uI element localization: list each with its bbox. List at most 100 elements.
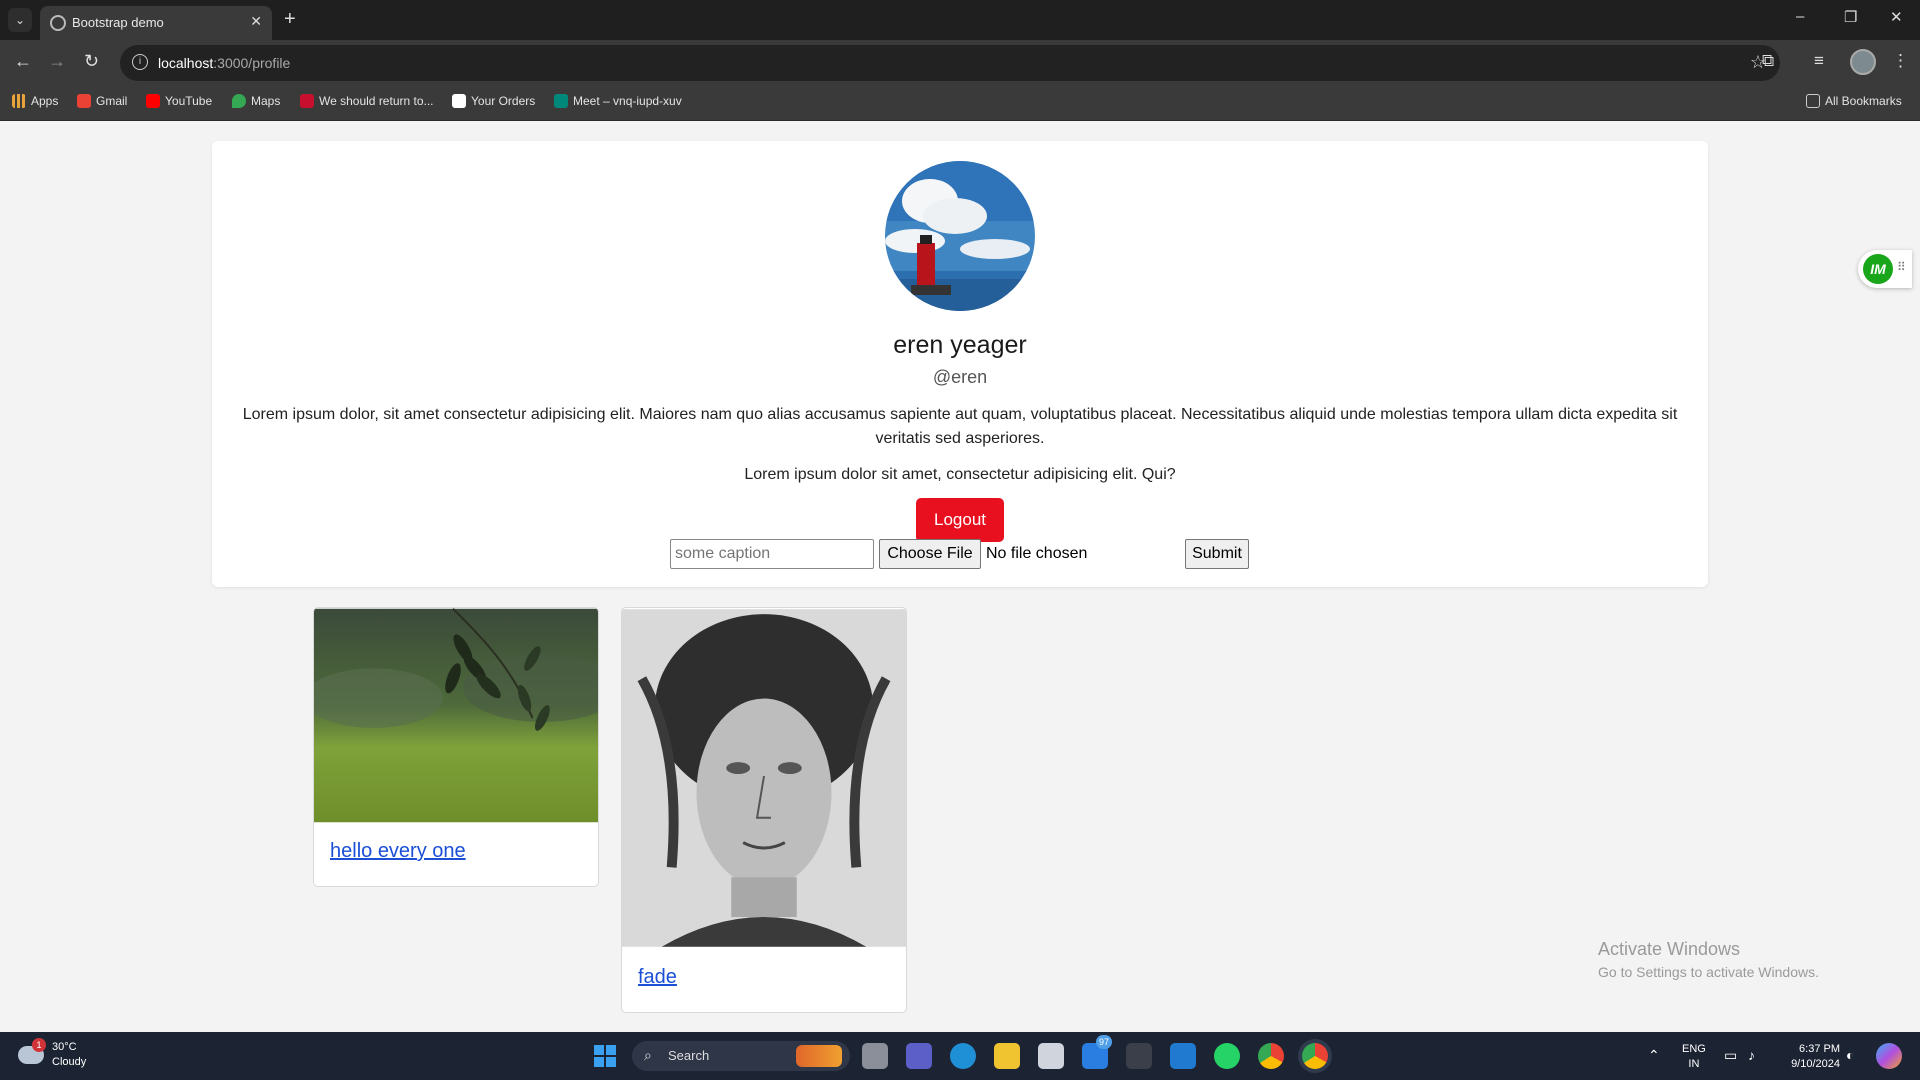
task-view-icon[interactable] xyxy=(862,1043,888,1069)
submit-button[interactable]: Submit xyxy=(1185,539,1249,569)
windows-start-icon[interactable] xyxy=(594,1045,616,1067)
watermark-subtitle: Go to Settings to activate Windows. xyxy=(1598,964,1819,980)
profile-card: eren yeager @eren Lorem ipsum dolor, sit… xyxy=(212,141,1708,587)
windows-taskbar: 1 30°C Cloudy ⌕ Search 97 ⌃ ENG IN ▭ ♪ 6… xyxy=(0,1032,1920,1080)
post-image-leaves xyxy=(314,608,598,823)
amazon-icon xyxy=(452,94,466,108)
vscode-icon[interactable] xyxy=(1170,1043,1196,1069)
profile-username: @eren xyxy=(932,367,988,387)
bookmark-meet[interactable]: Meet – vnq-iupd-xuv xyxy=(554,94,682,108)
bookmark-youtube[interactable]: YouTube xyxy=(146,94,212,108)
file-explorer-icon[interactable] xyxy=(994,1043,1020,1069)
copilot-icon[interactable] xyxy=(1876,1043,1902,1069)
bookmark-label: We should return to... xyxy=(319,94,434,108)
lang-top: ENG xyxy=(1682,1043,1706,1055)
bookmark-label: Maps xyxy=(251,94,281,108)
reload-icon[interactable]: ↻ xyxy=(84,51,99,71)
bookmark-label: Apps xyxy=(31,94,59,108)
youtube-icon xyxy=(146,94,160,108)
bookmark-apps[interactable]: Apps xyxy=(12,94,58,108)
profile-bio-secondary: Lorem ipsum dolor sit amet, consectetur … xyxy=(744,466,1176,483)
bookmark-maps[interactable]: Maps xyxy=(232,94,280,108)
url-path: :3000/profile xyxy=(213,55,291,71)
reading-list-icon[interactable]: ≡ xyxy=(1814,51,1824,71)
bookmarks-bar: Apps Gmail YouTube Maps We should return… xyxy=(0,86,1920,121)
extension-floating-button[interactable]: IM ⠿ xyxy=(1858,250,1912,288)
all-bookmarks-label: All Bookmarks xyxy=(1825,94,1902,108)
back-arrow-icon[interactable]: ← xyxy=(14,51,32,71)
page-viewport: eren yeager @eren Lorem ipsum dolor, sit… xyxy=(0,121,1920,1032)
bookmark-label: Your Orders xyxy=(471,94,536,108)
post-card: hello every one xyxy=(313,607,599,887)
folder-icon xyxy=(1806,94,1820,108)
browser-toolbar: ← → ↻ i localhost:3000/profile ☆ ⧉ ≡ ⋮ xyxy=(0,40,1920,86)
teams-icon[interactable] xyxy=(906,1043,932,1069)
tab-search-chevron-down-icon[interactable]: ⌄ xyxy=(8,8,32,32)
post-caption-link[interactable]: hello every one xyxy=(330,840,466,863)
davinci-resolve-icon[interactable] xyxy=(1126,1043,1152,1069)
restore-icon[interactable]: ❐ xyxy=(1844,8,1857,26)
globe-icon xyxy=(50,15,66,31)
lighthouse-image xyxy=(885,161,1035,311)
lang-bottom: IN xyxy=(1688,1058,1700,1070)
minimize-icon[interactable]: – xyxy=(1796,8,1804,25)
tray-chevron-up-icon[interactable]: ⌃ xyxy=(1648,1047,1660,1064)
weather-text: 30°C Cloudy xyxy=(52,1040,86,1070)
site-info-icon[interactable]: i xyxy=(132,54,148,70)
caption-input[interactable] xyxy=(670,539,874,569)
whatsapp-icon[interactable] xyxy=(1214,1043,1240,1069)
chrome-icon[interactable] xyxy=(1258,1043,1284,1069)
activate-windows-watermark: Activate Windows Go to Settings to activ… xyxy=(1598,939,1819,980)
address-url[interactable]: localhost:3000/profile xyxy=(158,55,290,71)
browser-tab-active[interactable]: Bootstrap demo ✕ xyxy=(40,6,272,40)
browser-tabstrip: ⌄ Bootstrap demo ✕ + – ❐ ✕ xyxy=(0,0,1920,40)
weather-temp: 30°C xyxy=(52,1041,77,1053)
language-indicator[interactable]: ENG IN xyxy=(1682,1042,1706,1072)
volume-icon[interactable]: ♪ xyxy=(1748,1047,1755,1063)
choose-file-button[interactable]: Choose File xyxy=(879,539,981,569)
bookmark-label: YouTube xyxy=(165,94,213,108)
clock[interactable]: 6:37 PM 9/10/2024 xyxy=(1780,1042,1840,1072)
chrome-profile-icon[interactable] xyxy=(1302,1043,1328,1069)
profile-bio: Lorem ipsum dolor, sit amet consectetur … xyxy=(242,406,1678,447)
post-card: fade xyxy=(621,607,907,1013)
forward-arrow-icon[interactable]: → xyxy=(48,51,66,71)
notifications-icon[interactable]: ◐ xyxy=(1846,1047,1854,1063)
all-bookmarks[interactable]: All Bookmarks xyxy=(1806,94,1902,108)
tab-title: Bootstrap demo xyxy=(72,15,164,30)
new-tab-plus-icon[interactable]: + xyxy=(284,8,296,30)
bookmark-return[interactable]: We should return to... xyxy=(300,94,434,108)
drag-handle-icon[interactable]: ⠿ xyxy=(1897,260,1906,274)
maps-pin-icon xyxy=(232,94,246,108)
mail-badge: 97 xyxy=(1096,1035,1112,1049)
logout-button[interactable]: Logout xyxy=(916,498,1004,542)
extensions-puzzle-icon[interactable]: ⧉ xyxy=(1762,51,1774,71)
search-highlight-icon xyxy=(796,1045,842,1067)
url-host: localhost xyxy=(158,55,214,71)
network-icon[interactable]: ▭ xyxy=(1724,1047,1737,1064)
gmail-icon xyxy=(77,94,91,108)
post-image-sketch-portrait xyxy=(622,609,906,947)
edge-icon[interactable] xyxy=(950,1043,976,1069)
address-bar[interactable]: i localhost:3000/profile ☆ xyxy=(120,45,1780,81)
clock-date: 9/10/2024 xyxy=(1791,1058,1840,1070)
bookmark-site-icon xyxy=(300,94,314,108)
microsoft-store-icon[interactable] xyxy=(1038,1043,1064,1069)
extension-logo-icon: IM xyxy=(1863,254,1893,284)
taskbar-search[interactable]: ⌕ Search xyxy=(632,1041,850,1071)
bookmark-gmail[interactable]: Gmail xyxy=(77,94,127,108)
weather-widget[interactable]: 1 30°C Cloudy xyxy=(18,1038,86,1070)
bookmark-label: Meet – vnq-iupd-xuv xyxy=(573,94,682,108)
weather-badge: 1 xyxy=(32,1038,46,1052)
tab-close-icon[interactable]: ✕ xyxy=(250,13,262,30)
window-close-icon[interactable]: ✕ xyxy=(1890,8,1903,26)
mail-icon[interactable]: 97 xyxy=(1082,1035,1112,1069)
cloud-icon: 1 xyxy=(18,1038,46,1064)
browser-menu-icon[interactable]: ⋮ xyxy=(1892,51,1909,71)
weather-desc: Cloudy xyxy=(52,1056,87,1068)
post-caption-link[interactable]: fade xyxy=(638,966,677,989)
profile-avatar-icon[interactable] xyxy=(1850,49,1876,75)
bookmark-orders[interactable]: Your Orders xyxy=(452,94,535,108)
profile-full-name: eren yeager xyxy=(893,331,1027,359)
file-status: No file chosen xyxy=(986,545,1088,562)
